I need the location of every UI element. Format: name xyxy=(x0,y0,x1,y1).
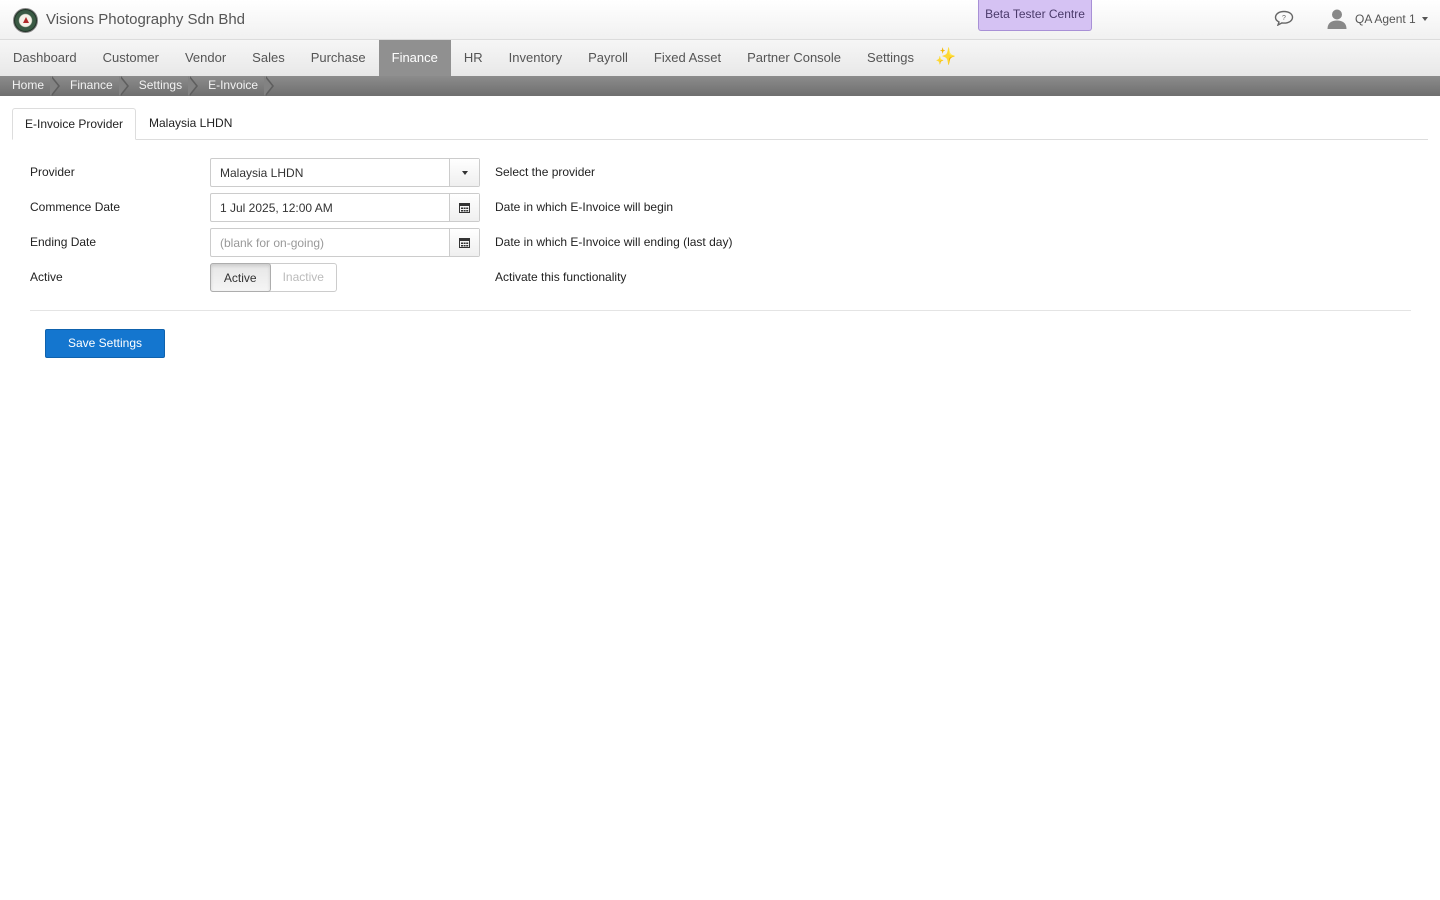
user-menu[interactable]: QA Agent 1 xyxy=(1326,6,1428,32)
breadcrumb-e-invoice[interactable]: E-Invoice xyxy=(196,76,275,96)
nav-item-customer[interactable]: Customer xyxy=(90,40,172,76)
ending-date-help: Date in which E-Invoice will ending (las… xyxy=(495,235,733,249)
commence-date-help: Date in which E-Invoice will begin xyxy=(495,200,674,214)
active-option[interactable]: Active xyxy=(210,263,271,292)
main-nav: Dashboard Customer Vendor Sales Purchase… xyxy=(0,40,1440,76)
commence-date-label: Commence Date xyxy=(30,200,121,214)
sparkle-icon[interactable]: ✨ xyxy=(927,40,964,76)
provider-help: Select the provider xyxy=(495,165,596,179)
calendar-icon xyxy=(459,203,470,213)
ending-date-picker-button[interactable] xyxy=(449,229,479,256)
chevron-down-icon xyxy=(1421,17,1428,21)
nav-item-hr[interactable]: HR xyxy=(451,40,496,76)
chat-icon[interactable]: ? xyxy=(1274,10,1294,26)
breadcrumb-home[interactable]: Home xyxy=(0,76,61,96)
provider-dropdown-button[interactable] xyxy=(449,159,479,186)
active-label: Active xyxy=(30,270,63,284)
commence-date-value: 1 Jul 2025, 12:00 AM xyxy=(220,201,333,215)
ending-date-placeholder: (blank for on-going) xyxy=(220,236,325,250)
nav-item-vendor[interactable]: Vendor xyxy=(172,40,239,76)
beta-tester-centre-button[interactable]: Beta Tester Centre xyxy=(978,0,1092,31)
user-name: QA Agent 1 xyxy=(1355,12,1416,26)
company-name[interactable]: Visions Photography Sdn Bhd xyxy=(46,11,245,28)
nav-item-partner-console[interactable]: Partner Console xyxy=(734,40,854,76)
svg-text:?: ? xyxy=(1282,15,1286,22)
active-help: Activate this functionality xyxy=(495,270,627,284)
tab-e-invoice-provider[interactable]: E-Invoice Provider xyxy=(12,108,137,140)
active-toggle[interactable]: Active Inactive xyxy=(210,263,337,292)
commence-date-picker-button[interactable] xyxy=(449,194,479,221)
provider-select[interactable]: Malaysia LHDN xyxy=(210,158,480,187)
nav-item-fixed-asset[interactable]: Fixed Asset xyxy=(641,40,734,76)
nav-item-sales[interactable]: Sales xyxy=(239,40,298,76)
commence-date-input[interactable]: 1 Jul 2025, 12:00 AM xyxy=(210,193,480,222)
provider-label: Provider xyxy=(30,165,75,179)
nav-item-settings[interactable]: Settings xyxy=(854,40,927,76)
ending-date-label: Ending Date xyxy=(30,235,97,249)
save-settings-button[interactable]: Save Settings xyxy=(45,329,165,358)
breadcrumb-settings[interactable]: Settings xyxy=(127,76,199,96)
nav-item-inventory[interactable]: Inventory xyxy=(496,40,575,76)
tab-malaysia-lhdn[interactable]: Malaysia LHDN xyxy=(137,108,244,140)
chevron-down-icon xyxy=(462,171,468,175)
calendar-icon xyxy=(459,238,470,248)
company-logo[interactable] xyxy=(13,8,38,33)
inactive-option[interactable]: Inactive xyxy=(271,264,336,291)
top-header: Visions Photography Sdn Bhd Beta Tester … xyxy=(0,0,1440,40)
provider-value: Malaysia LHDN xyxy=(220,166,304,180)
nav-item-dashboard[interactable]: Dashboard xyxy=(0,40,90,76)
nav-item-purchase[interactable]: Purchase xyxy=(298,40,379,76)
breadcrumb-finance[interactable]: Finance xyxy=(58,76,129,96)
nav-item-finance[interactable]: Finance xyxy=(378,40,451,76)
tab-bar: E-Invoice Provider Malaysia LHDN xyxy=(12,108,1428,140)
ending-date-input[interactable]: (blank for on-going) xyxy=(210,228,480,257)
user-icon xyxy=(1327,9,1347,29)
nav-item-payroll[interactable]: Payroll xyxy=(575,40,641,76)
form-divider xyxy=(30,310,1411,311)
breadcrumb: Home Finance Settings E-Invoice xyxy=(0,76,1440,96)
